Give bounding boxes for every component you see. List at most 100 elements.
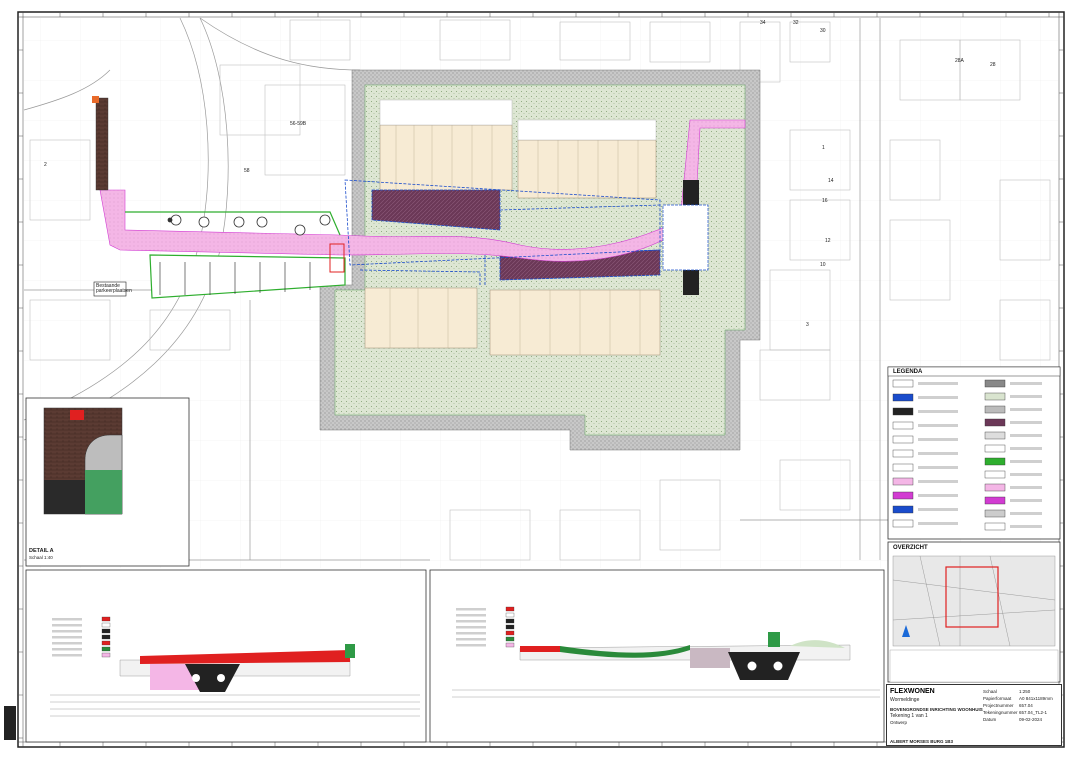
legend-swatch (892, 435, 914, 444)
title-block-footer: ALBERT MORSES BURG 1B3 (890, 739, 954, 744)
legend-text-placeholder (1010, 382, 1042, 385)
project-number-label: Projectnummer (983, 703, 1014, 708)
section-legend-swatch (505, 624, 515, 630)
legend-swatch (984, 470, 1006, 479)
legend-swatch (892, 379, 914, 388)
legend-text-placeholder (1010, 434, 1042, 437)
section-legend-text (456, 614, 486, 617)
parcel-label-12: 12 (825, 238, 831, 244)
parcel-label-3: 3 (806, 322, 809, 328)
drawing-sheet: 56-59B 58 34 32 30 28A 28 2 14 16 12 10 … (0, 0, 1072, 757)
drawing-subject: BOVENGRONDSE INRICHTING WOONHUIS (890, 707, 983, 712)
legend-swatch (892, 505, 914, 514)
section-legend-text (456, 608, 486, 611)
legend-text-placeholder (918, 424, 958, 427)
legend-text-placeholder (918, 382, 958, 385)
parcel-label-2: 2 (44, 162, 47, 168)
legend-swatch (892, 407, 914, 416)
legend-swatch (984, 418, 1006, 427)
parking-callout: Bestaande parkeerplaatsen (96, 283, 132, 294)
scale-label: Schaal (983, 689, 997, 694)
legend-swatch (984, 496, 1006, 505)
section-legend-text (52, 648, 82, 651)
parcel-label-32: 32 (793, 20, 799, 26)
drawing-number-value: 657.04_TL2-1 (1019, 710, 1048, 715)
parcel-label-16: 16 (822, 198, 828, 204)
legend-swatch (984, 431, 1006, 440)
section-legend-swatch (101, 634, 111, 640)
project-name: FLEXWONEN (890, 688, 935, 695)
section-legend-text (456, 632, 486, 635)
legend-text-placeholder (1010, 395, 1042, 398)
legend-text-placeholder (918, 494, 958, 497)
drawing-status: Ontwerp (890, 720, 908, 725)
parcel-label-56: 56-59B (290, 121, 307, 127)
legend-text-placeholder (1010, 460, 1042, 463)
section-legend-text (52, 636, 82, 639)
parcel-label-34: 34 (760, 20, 766, 26)
project-place: Wormeldinge (890, 697, 920, 703)
legend-text-placeholder (1010, 499, 1042, 502)
sheet-count: Tekening 1 van 1 (890, 713, 928, 719)
legend-text-placeholder (1010, 512, 1042, 515)
section-legend-swatch (101, 622, 111, 628)
section-legend-text (456, 638, 486, 641)
section-legend-text (52, 618, 82, 621)
section-legend-swatch (101, 628, 111, 634)
legend-text-placeholder (1010, 408, 1042, 411)
parcel-label-28: 28 (990, 62, 996, 68)
legend-swatch (892, 449, 914, 458)
section-legend-text (52, 624, 82, 627)
legend-title: LEGENDA (893, 369, 923, 375)
legend-text-placeholder (918, 438, 958, 441)
legend-swatch (892, 491, 914, 500)
legend-swatch (892, 393, 914, 402)
date-value: 09-02-2024 (1019, 717, 1043, 722)
legend-text-placeholder (1010, 525, 1042, 528)
parcel-label-30: 30 (820, 28, 826, 34)
section-legend-swatch (101, 646, 111, 652)
section-legend-swatch (505, 612, 515, 618)
legend-swatch (892, 477, 914, 486)
section-legend-swatch (505, 618, 515, 624)
section-legend-text (52, 642, 82, 645)
legend-swatch (892, 519, 914, 528)
legend-text-placeholder (918, 480, 958, 483)
section-legend-swatch (101, 652, 111, 658)
section-legend-swatch (505, 642, 515, 648)
parcel-label-58: 58 (244, 168, 250, 174)
parcel-label-14: 14 (828, 178, 834, 184)
section-legend-swatch (505, 630, 515, 636)
paper-value: A0 841x1189mm (1019, 696, 1053, 701)
section-legend-text (456, 626, 486, 629)
section-legend-swatch (505, 606, 515, 612)
section-legend-text (52, 630, 82, 633)
section-legend-swatch (101, 616, 111, 622)
legend-swatch (984, 392, 1006, 401)
scale-value: 1:250 (1019, 689, 1031, 694)
legend-swatch (984, 379, 1006, 388)
project-number-value: 657.04 (1019, 703, 1033, 708)
legend-text-placeholder (1010, 421, 1042, 424)
legend-text-placeholder (918, 522, 958, 525)
legend-text-placeholder (918, 466, 958, 469)
drawing-number-label: Tekeningnummer (983, 710, 1018, 715)
legend-text-placeholder (918, 508, 958, 511)
overview-title: OVERZICHT (893, 545, 928, 551)
paper-label: Papierformaat (983, 696, 1012, 701)
detail-scale: Schaal 1:40 (29, 555, 53, 560)
legend-swatch (892, 463, 914, 472)
date-label: Datum (983, 717, 997, 722)
parcel-label-28a: 28A (955, 58, 964, 64)
legend-text-placeholder (1010, 473, 1042, 476)
legend-text-placeholder (918, 396, 958, 399)
legend-swatch (984, 509, 1006, 518)
legend-text-placeholder (918, 452, 958, 455)
section-legend-text (52, 654, 82, 657)
detail-title: DETAIL A (29, 548, 54, 554)
legend-swatch (984, 457, 1006, 466)
legend-swatch (892, 421, 914, 430)
legend-text-placeholder (1010, 447, 1042, 450)
section-legend-swatch (505, 636, 515, 642)
parcel-label-10: 10 (820, 262, 826, 268)
